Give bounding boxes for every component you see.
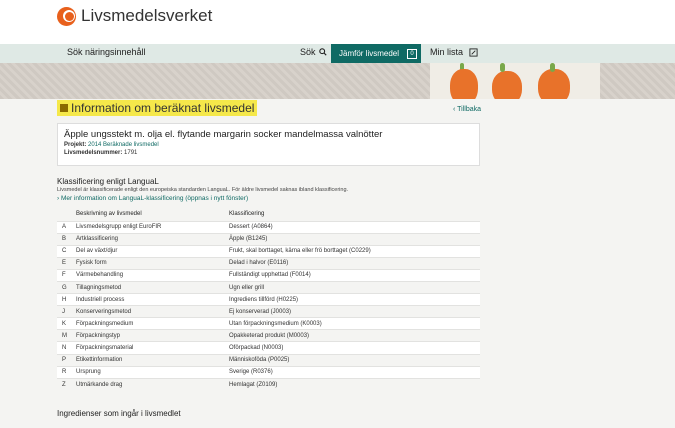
list-icon: [469, 47, 478, 57]
table-row: B Artklassificering Äpple (B1245): [57, 232, 480, 246]
food-title: Äpple ungsstekt m. olja el. flytande mar…: [64, 129, 383, 140]
column-header-classification: Klassificering: [229, 210, 265, 217]
back-link[interactable]: ‹ Tillbaka: [453, 106, 481, 113]
calculator-icon: [60, 104, 68, 112]
langual-info-link-text: Mer information om LanguaL-klassificerin…: [60, 195, 249, 202]
row-code: H: [57, 293, 76, 306]
row-classification: Ej konserverad (J0003): [229, 305, 480, 318]
compare-label: Jämför livsmedel: [339, 49, 400, 58]
food-number-line: Livsmedelsnummer: 1791: [64, 150, 473, 156]
row-description: Ursprung: [76, 365, 229, 379]
row-description: Etikettinformation: [76, 353, 229, 367]
table-row: E Fysisk form Delad i halvor (E0116): [57, 256, 480, 270]
table-row: K Förpackningsmedium Utan förpackningsmedi…: [57, 317, 480, 330]
row-code: P: [57, 353, 76, 367]
row-description: Artklassificering: [76, 232, 229, 246]
row-classification: Människoföda (P0025): [229, 353, 480, 367]
logo-text: Livsmedelsverket: [81, 6, 213, 25]
row-code: K: [57, 317, 76, 330]
row-code: N: [57, 341, 76, 355]
table-row: H Industriell process Ingrediens tillförd …: [57, 293, 480, 306]
table-row: R Ursprung Sverige (R0376): [57, 365, 480, 379]
row-code: F: [57, 268, 76, 282]
nav-search-nutrients[interactable]: Sök näringsinnehåll: [67, 47, 146, 57]
food-number-label: Livsmedelsnummer:: [64, 150, 123, 156]
hero-banner: [0, 63, 675, 99]
column-header-code: [57, 207, 76, 221]
row-code: A: [57, 220, 76, 234]
table-row: Z Utmärkande drag Hemlagat (Z0109): [57, 377, 480, 391]
row-description: Värmebehandling: [76, 268, 229, 282]
row-description: Tillagningsmetod: [76, 280, 229, 294]
logo-icon: [57, 6, 76, 26]
table-row: C Del av växt/djur Frukt, skal borttaget, …: [57, 244, 480, 258]
row-code: J: [57, 305, 76, 318]
row-classification: Hemlagat (Z0109): [229, 377, 480, 391]
ingredients-title: Ingredienser som ingår i livsmedlet: [57, 409, 181, 418]
table-row: A Livsmedelsgrupp enligt EuroFIR Dessert (…: [57, 220, 480, 234]
row-classification: Dessert (A0864): [229, 220, 480, 234]
table-row: J Konserveringsmetod Ej konserverad (J0003…: [57, 305, 480, 318]
row-description: Del av växt/djur: [76, 244, 229, 258]
row-code: G: [57, 280, 76, 294]
row-code: E: [57, 256, 76, 270]
row-classification: Opakketerad produkt (M0003): [229, 329, 480, 342]
row-classification: Ugn eller grill: [229, 280, 480, 294]
project-link[interactable]: 2014 Beräknade livsmedel: [88, 142, 159, 148]
classification-title: Klassificering enligt LanguaL: [57, 177, 159, 186]
row-description: Utmärkande drag: [76, 377, 229, 391]
search-label: Sök: [300, 47, 316, 57]
row-description: Livsmedelsgrupp enligt EuroFIR: [76, 220, 229, 234]
row-description: Industriell process: [76, 293, 229, 306]
row-classification: Ingrediens tillförd (H0225): [229, 293, 480, 306]
search-button[interactable]: Sök: [300, 47, 327, 57]
row-description: Konserveringsmetod: [76, 305, 229, 318]
back-label: Tillbaka: [457, 106, 482, 113]
page-title-text: Information om beräknat livsmedel: [71, 101, 255, 115]
carrots-image: [430, 63, 600, 99]
row-code: B: [57, 232, 76, 246]
compare-count-badge: 0: [407, 48, 418, 59]
table-row: P Etikettinformation Människoföda (P0025): [57, 353, 480, 367]
my-list-button[interactable]: Min lista: [430, 47, 478, 57]
compare-foods-button[interactable]: Jämför livsmedel 0: [331, 44, 421, 63]
food-info-card: Äpple ungsstekt m. olja el. flytande mar…: [57, 123, 480, 166]
site-header: Livsmedelsverket: [0, 0, 675, 44]
row-classification: Sverige (R0376): [229, 365, 480, 379]
logo[interactable]: Livsmedelsverket: [57, 6, 212, 26]
langual-info-link[interactable]: › Mer information om LanguaL-klassificer…: [57, 195, 248, 202]
classification-table: Beskrivning av livsmedel Klassificering …: [57, 207, 480, 391]
row-description: Förpackningsmedium: [76, 317, 229, 330]
row-description: Förpackningsmaterial: [76, 341, 229, 355]
classification-description: Livsmedel är klassificerade enligt den e…: [57, 187, 349, 193]
page-title: Information om beräknat livsmedel: [57, 100, 258, 116]
row-classification: Frukt, skal borttaget, kärna eller frö b…: [229, 244, 480, 258]
row-classification: Äpple (B1245): [229, 232, 480, 246]
row-code: Z: [57, 377, 76, 391]
table-row: M Förpackningstyp Opakketerad produkt (M00…: [57, 329, 480, 342]
row-description: Förpackningstyp: [76, 329, 229, 342]
row-description: Fysisk form: [76, 256, 229, 270]
table-row: N Förpackningsmaterial Oförpackad (N0003): [57, 341, 480, 355]
row-classification: Utan förpackningsmedium (K0003): [229, 317, 480, 330]
column-header-description: Beskrivning av livsmedel: [76, 210, 142, 217]
main-nav: Sök näringsinnehåll Sök Jämför livsmedel…: [0, 44, 675, 63]
row-code: M: [57, 329, 76, 342]
row-code: C: [57, 244, 76, 258]
my-list-label: Min lista: [430, 47, 464, 57]
table-row: G Tillagningsmetod Ugn eller grill: [57, 280, 480, 294]
search-icon: [318, 48, 327, 56]
row-classification: Fullständigt upphettad (F0014): [229, 268, 480, 282]
row-classification: Oförpackad (N0003): [229, 341, 480, 355]
row-classification: Delad i halvor (E0116): [229, 256, 480, 270]
row-code: R: [57, 365, 76, 379]
food-number-value: 1791: [124, 150, 138, 156]
project-line: Projekt: 2014 Beräknade livsmedel: [64, 142, 473, 148]
table-row: F Värmebehandling Fullständigt upphettad (…: [57, 268, 480, 282]
project-label: Projekt:: [64, 142, 87, 148]
